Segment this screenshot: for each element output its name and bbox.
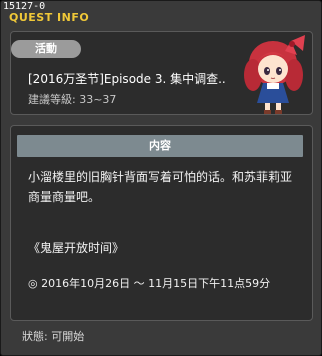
content-section-header: 内容 <box>17 135 303 157</box>
event-date-range: ◎ 2016年10月26日 ～ 11月15日下午11点59分 <box>28 277 271 290</box>
window-title: QUEST INFO <box>9 11 90 24</box>
quest-info-window: 15127-0 QUEST INFO 活動 [2016万圣节]Episode 3… <box>0 0 322 356</box>
quest-description: 小溜楼里的旧胸针背面写着可怕的话。和苏菲莉亚商量商量吧。 <box>28 170 293 204</box>
quest-name: [2016万圣节]Episode 3. 集中调查.. <box>28 72 226 86</box>
event-title: 《鬼屋开放时间》 <box>28 241 125 255</box>
recommended-level: 建議等級: 33~37 <box>28 93 117 106</box>
quest-status: 狀態: 可開始 <box>22 330 85 343</box>
quest-type-badge: 活動 <box>11 40 81 58</box>
npc-character-icon <box>244 35 305 114</box>
